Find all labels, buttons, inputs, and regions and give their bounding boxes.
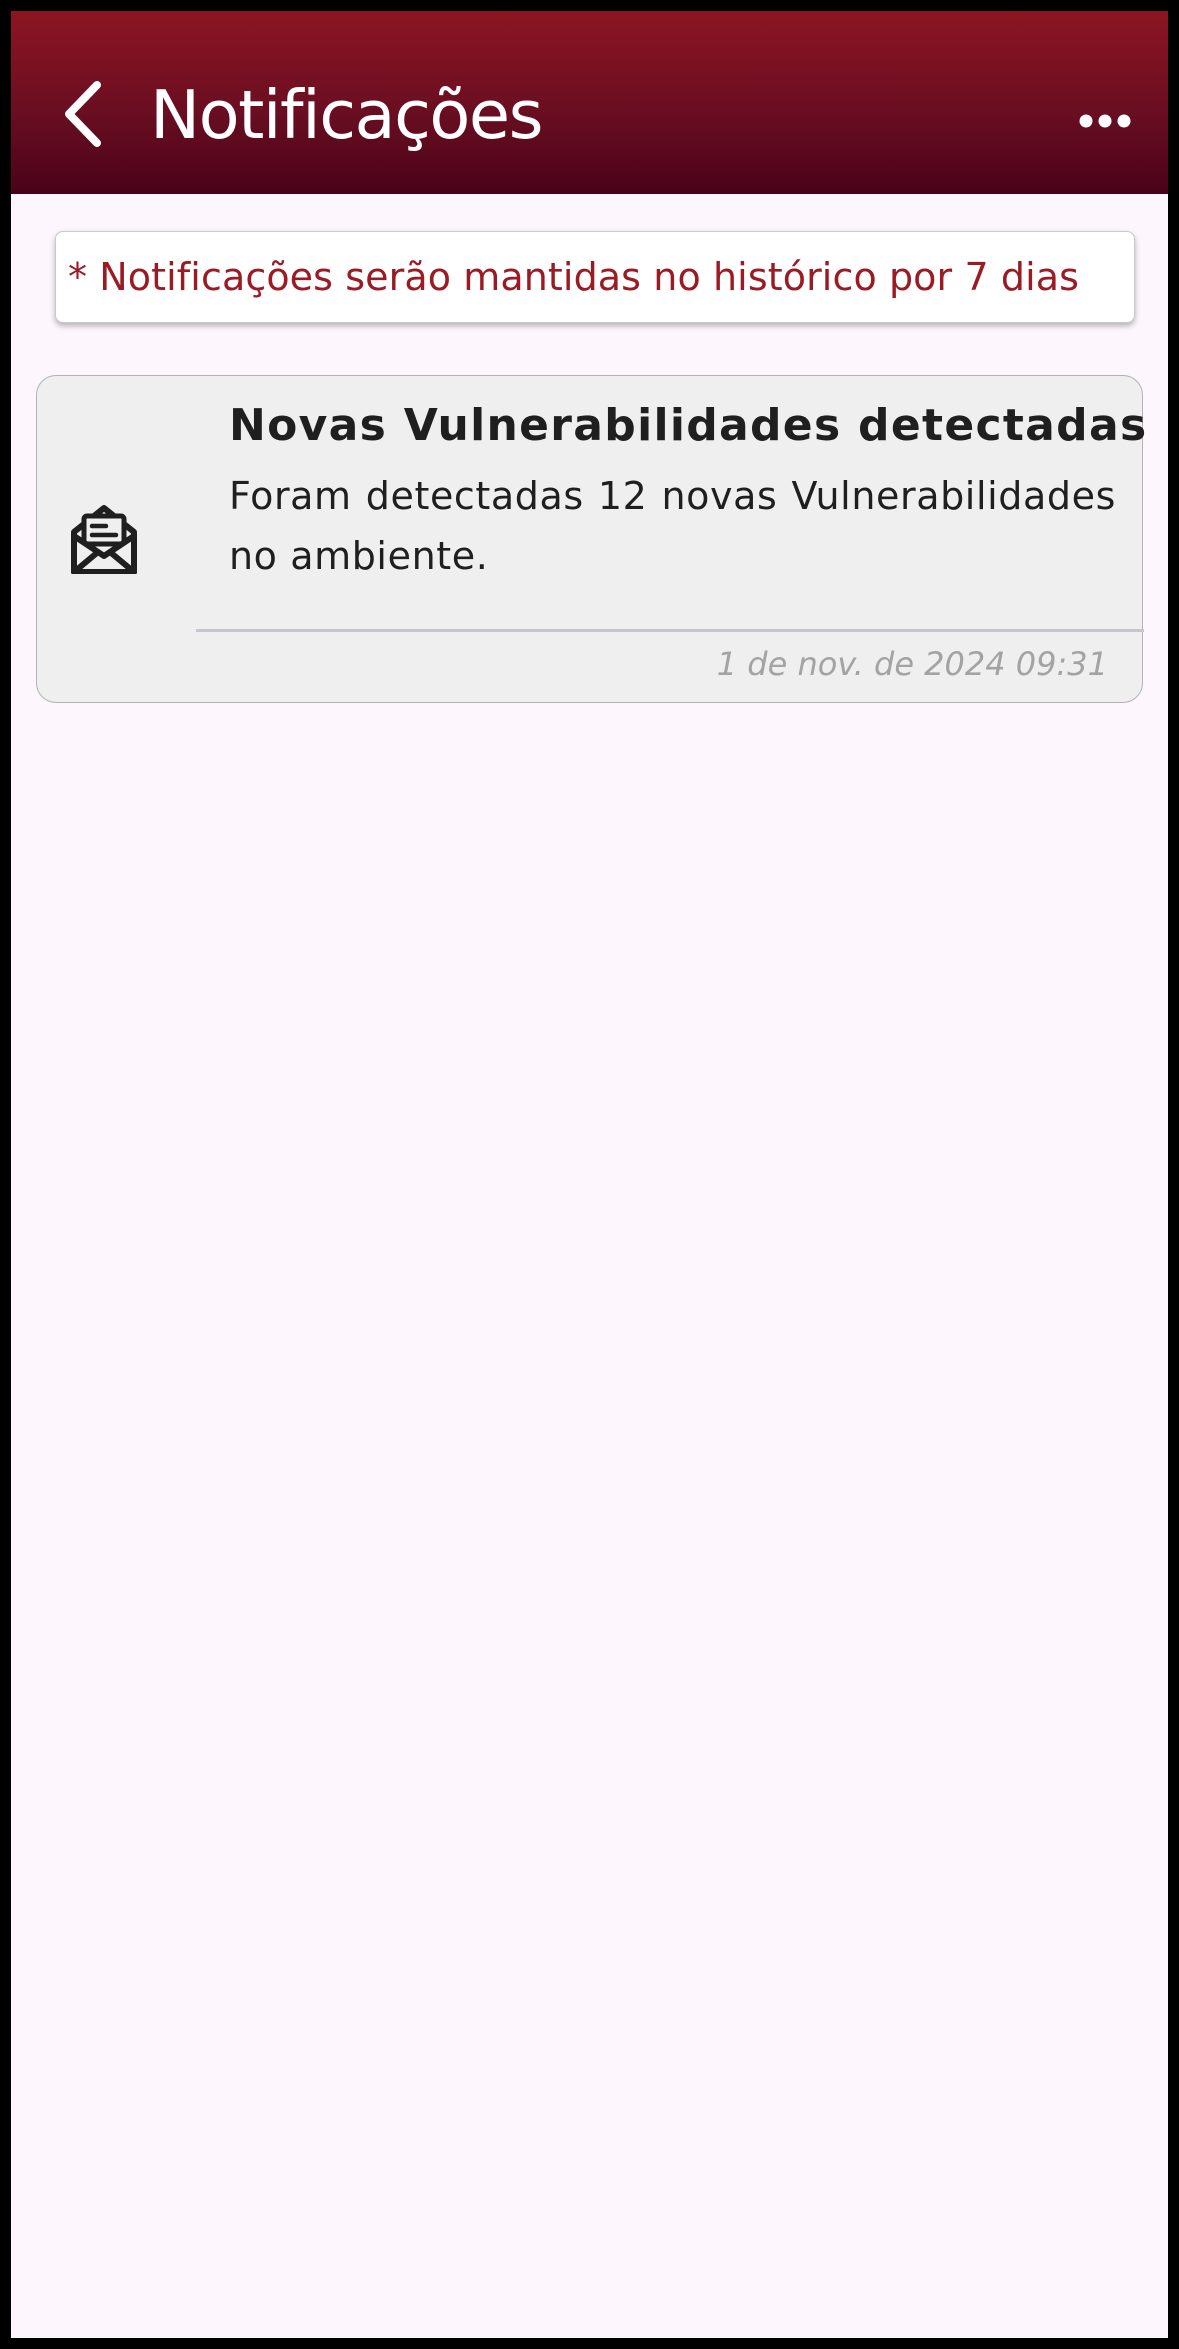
more-horizontal-icon [1079,114,1131,128]
notification-title: Novas Vulnerabilidades detectadas [229,400,1148,451]
notifications-screen: Notificações * Notificações serão mantid… [11,11,1168,2338]
retention-notice-text: * Notificações serão mantidas no históri… [68,255,1080,299]
chevron-left-icon [65,81,101,147]
retention-notice: * Notificações serão mantidas no históri… [55,231,1135,323]
envelope-open-icon [71,505,137,574]
notification-body: Foram detectadas 12 novas Vulnerabilidad… [229,474,1116,578]
notification-card[interactable]: Novas Vulnerabilidades detectadas Foram … [36,375,1148,703]
back-button[interactable] [51,71,115,157]
more-options-button[interactable] [1073,91,1137,151]
notification-timestamp: 1 de nov. de 2024 09:31 [716,645,1108,683]
page-title: Notificações [150,76,544,154]
notification-divider [196,629,1144,632]
app-bar: Notificações [11,11,1168,194]
